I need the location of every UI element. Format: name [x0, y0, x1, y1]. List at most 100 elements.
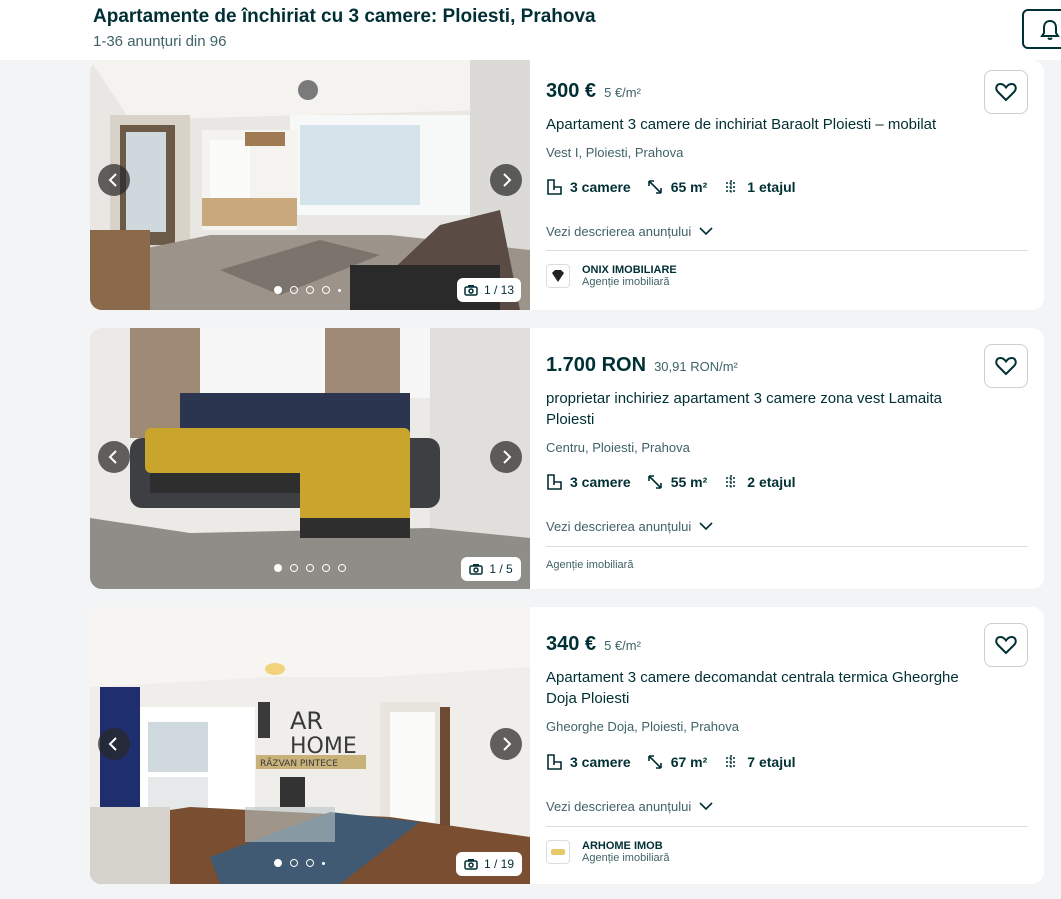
camera-icon [464, 285, 478, 296]
diamond-icon [552, 270, 564, 282]
listing-card[interactable]: 1 / 13 300 € 5 €/m² Apartament 3 camere … [90, 60, 1044, 310]
show-description-link[interactable]: Vezi descrierea anunțului [546, 224, 713, 239]
agency-type: Agenție imobiliară [582, 276, 670, 288]
diagonal-arrow-icon [647, 475, 662, 489]
photo-counter-text: 1 / 5 [489, 562, 513, 576]
rooms-value: 3 camere [570, 754, 631, 770]
rooms-value: 3 camere [570, 179, 631, 195]
listing-location: Vest I, Ploiesti, Prahova [546, 145, 684, 160]
chevron-down-icon [699, 802, 713, 811]
favorite-button[interactable] [984, 70, 1028, 114]
photo-dot[interactable] [306, 564, 314, 572]
price: 340 € [546, 633, 597, 655]
show-description-link[interactable]: Vezi descrierea anunțului [546, 519, 713, 534]
agency-info[interactable]: ONIX IMOBILIARE Agenție imobiliară [546, 264, 677, 288]
photo-dots [274, 286, 341, 294]
photo-dot[interactable] [290, 859, 298, 867]
photo-dots [274, 859, 325, 867]
show-description-label: Vezi descrierea anunțului [546, 799, 692, 814]
photo-dot[interactable] [274, 859, 282, 867]
listing-title[interactable]: Apartament 3 camere de inchiriat Baraolt… [546, 114, 986, 135]
results-header: Apartamente de închiriat cu 3 camere: Pl… [0, 0, 1061, 60]
bell-icon [1040, 19, 1060, 40]
price-row: 300 € 5 €/m² [546, 80, 641, 103]
previous-photo-button[interactable] [98, 164, 130, 196]
agency-name: ONIX IMOBILIARE [582, 264, 677, 276]
listing-title[interactable]: proprietar inchiriez apartament 3 camere… [546, 388, 986, 430]
photo-dot[interactable] [290, 564, 298, 572]
apartment-photo [90, 328, 530, 589]
divider [546, 250, 1028, 251]
favorite-button[interactable] [984, 344, 1028, 388]
price: 1.700 RON [546, 354, 647, 376]
heart-icon [995, 82, 1017, 102]
price-row: 1.700 RON 30,91 RON/m² [546, 354, 738, 377]
listing-title[interactable]: Apartament 3 camere decomandat centrala … [546, 667, 986, 709]
listing-photo[interactable]: 1 / 13 [90, 60, 530, 310]
area-value: 67 m² [670, 754, 708, 770]
floorplan-icon [547, 179, 562, 195]
rooms-param: 3 camere [546, 754, 631, 770]
photo-dot[interactable] [322, 286, 330, 294]
apartment-photo [90, 60, 530, 310]
chevron-left-icon [108, 737, 117, 751]
area-value: 55 m² [670, 474, 708, 490]
chevron-right-icon [503, 450, 512, 464]
agency-logo [546, 264, 570, 288]
stairs-icon [726, 475, 737, 489]
heart-icon [995, 635, 1017, 655]
floor-param: 2 etajul [723, 474, 796, 490]
photo-dot[interactable] [322, 861, 325, 865]
show-description-label: Vezi descrierea anunțului [546, 224, 692, 239]
agency-name: ARHOME IMOB [582, 840, 663, 852]
chevron-down-icon [699, 227, 713, 236]
listing-photo[interactable]: 1 / 5 [90, 328, 530, 589]
agency-type: Agenție imobiliară [546, 559, 634, 571]
listing-location: Gheorghe Doja, Ploiesti, Prahova [546, 719, 739, 734]
stairs-icon [726, 180, 737, 194]
photo-dot[interactable] [290, 286, 298, 294]
floor-value: 7 etajul [747, 754, 796, 770]
rooms-param: 3 camere [546, 474, 631, 490]
photo-dot[interactable] [274, 286, 282, 294]
apartment-photo: AR HOME RĂZVAN PINTECE [90, 607, 530, 884]
price-row: 340 € 5 €/m² [546, 633, 641, 656]
next-photo-button[interactable] [490, 441, 522, 473]
previous-photo-button[interactable] [98, 728, 130, 760]
floor-value: 1 etajul [747, 179, 796, 195]
next-photo-button[interactable] [490, 164, 522, 196]
rooms-value: 3 camere [570, 474, 631, 490]
chevron-left-icon [108, 173, 117, 187]
favorite-button[interactable] [984, 623, 1028, 667]
listing-photo[interactable]: AR HOME RĂZVAN PINTECE 1 / 19 [90, 607, 530, 884]
previous-photo-button[interactable] [98, 441, 130, 473]
agency-info[interactable]: ARHOME IMOB Agenție imobiliară [546, 840, 669, 864]
divider [546, 546, 1028, 547]
floor-value: 2 etajul [747, 474, 796, 490]
photo-dots [274, 564, 346, 572]
rooms-param: 3 camere [546, 179, 631, 195]
watermark-line3: RĂZVAN PINTECE [260, 757, 338, 769]
show-description-link[interactable]: Vezi descrierea anunțului [546, 799, 713, 814]
listing-params: 3 camere 65 m² 1 etajul [546, 179, 796, 195]
watermark-line1: AR [290, 707, 323, 735]
photo-counter: 1 / 5 [461, 557, 521, 581]
photo-dot[interactable] [274, 564, 282, 572]
photo-dot[interactable] [306, 859, 314, 867]
results-count: 1-36 anunțuri din 96 [93, 33, 227, 50]
save-search-button[interactable] [1022, 9, 1061, 49]
photo-dot[interactable] [322, 564, 330, 572]
listing-card[interactable]: AR HOME RĂZVAN PINTECE 1 / 19 340 € 5 €/… [90, 607, 1044, 884]
camera-icon [469, 564, 484, 575]
photo-dot[interactable] [306, 286, 314, 294]
price: 300 € [546, 80, 597, 102]
next-photo-button[interactable] [490, 728, 522, 760]
diagonal-arrow-icon [647, 755, 662, 769]
price-per-sqm: 30,91 RON/m² [654, 359, 738, 374]
agency-logo [546, 840, 570, 864]
photo-dot[interactable] [338, 564, 346, 572]
photo-counter: 1 / 13 [457, 278, 521, 302]
listing-card[interactable]: 1 / 5 1.700 RON 30,91 RON/m² proprietar … [90, 328, 1044, 589]
agency-type: Agenție imobiliară [582, 852, 670, 864]
photo-dot[interactable] [338, 288, 341, 292]
